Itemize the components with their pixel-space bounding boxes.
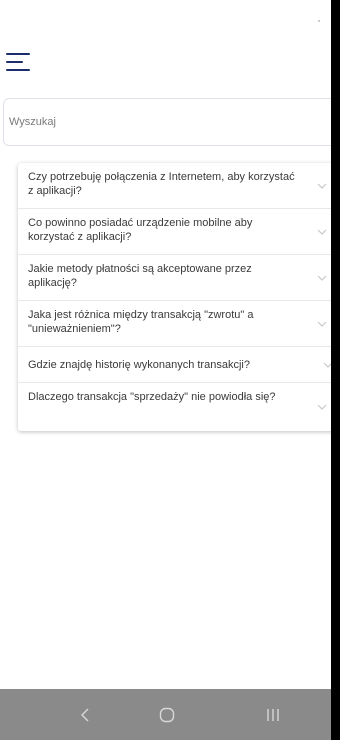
- status-bar: [0, 0, 331, 30]
- status-indicator: [318, 20, 320, 22]
- faq-item[interactable]: Co powinno posiadać urządzenie mobilne a…: [18, 209, 340, 255]
- chevron-down-icon: [317, 321, 327, 327]
- chevron-down-icon: [317, 275, 327, 281]
- faq-question: Jaka jest różnica między transakcją "zwr…: [28, 309, 254, 335]
- home-icon[interactable]: [152, 703, 182, 727]
- search-box[interactable]: [3, 98, 340, 146]
- device-bezel: [331, 0, 340, 740]
- faq-item[interactable]: Jaka jest różnica między transakcją "zwr…: [18, 301, 340, 347]
- chevron-down-icon: [317, 183, 327, 189]
- hamburger-menu-icon[interactable]: [6, 51, 32, 73]
- faq-question: Jakie metody płatności są akceptowane pr…: [28, 263, 252, 289]
- recent-apps-icon[interactable]: [258, 703, 288, 727]
- faq-question: Dlaczego transakcja "sprzedaży" nie powi…: [28, 391, 276, 403]
- faq-item[interactable]: Czy potrzebuję połączenia z Internetem, …: [18, 163, 340, 209]
- faq-question: Gdzie znajdę historię wykonanych transak…: [28, 359, 250, 371]
- faq-item[interactable]: Gdzie znajdę historię wykonanych transak…: [18, 347, 340, 383]
- faq-question: Co powinno posiadać urządzenie mobilne a…: [28, 217, 253, 243]
- system-navigation-bar: [0, 689, 331, 740]
- faq-item[interactable]: Jakie metody płatności są akceptowane pr…: [18, 255, 340, 301]
- faq-item[interactable]: Dlaczego transakcja "sprzedaży" nie powi…: [18, 383, 340, 431]
- faq-question: Czy potrzebuję połączenia z Internetem, …: [28, 171, 295, 197]
- back-icon[interactable]: [70, 703, 100, 727]
- chevron-down-icon: [317, 229, 327, 235]
- app-screen: Czy potrzebuję połączenia z Internetem, …: [0, 0, 340, 740]
- faq-list: Czy potrzebuję połączenia z Internetem, …: [18, 163, 340, 431]
- chevron-down-icon: [317, 404, 327, 410]
- search-input[interactable]: [4, 99, 340, 145]
